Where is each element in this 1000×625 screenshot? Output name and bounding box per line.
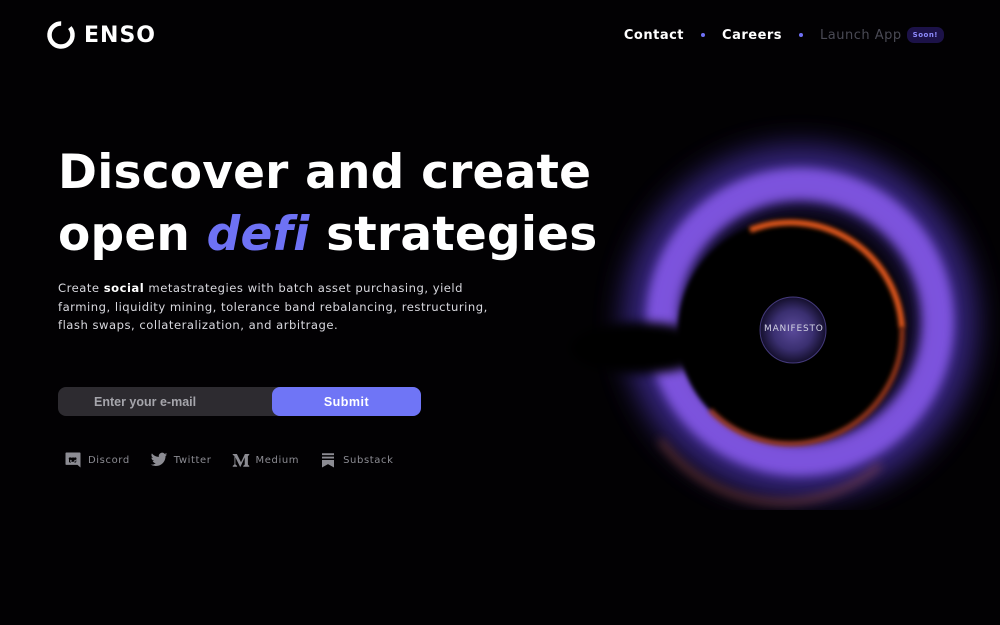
email-input[interactable] (58, 387, 293, 416)
twitter-icon (150, 452, 168, 467)
nav-separator-dot (701, 33, 706, 37)
enso-logo[interactable]: ENSO (46, 20, 156, 50)
headline-accent-word: defi (206, 207, 310, 262)
nav-careers-link[interactable]: Careers (722, 28, 782, 43)
medium-icon (232, 454, 249, 467)
nav-separator-dot (799, 33, 804, 37)
social-link-twitter[interactable]: Twitter (150, 451, 212, 469)
nav-launch-app-link[interactable]: Launch App (820, 28, 902, 43)
description-start: Create (58, 281, 104, 295)
social-links: Discord Twitter Medium Substack (64, 451, 414, 469)
enso-logo-icon (47, 21, 75, 49)
portal-visual (570, 145, 977, 504)
substack-icon (322, 453, 335, 468)
manifesto-link[interactable]: MANIFESTO (764, 324, 824, 334)
hero-headline: Discover and create open defi strategies (58, 142, 597, 266)
submit-button[interactable]: Submit (272, 387, 421, 416)
soon-badge: Soon! (906, 27, 944, 43)
medium-label: Medium (255, 454, 300, 466)
social-link-medium[interactable]: Medium (232, 451, 300, 469)
headline-line-1: Discover and create (58, 145, 592, 200)
logo-text: ENSO (84, 22, 156, 48)
nav-contact-link[interactable]: Contact (624, 28, 684, 43)
top-nav: Contact Careers Launch App Soon! (624, 27, 944, 43)
email-signup-form: Submit (58, 387, 421, 416)
discord-label: Discord (88, 454, 130, 466)
substack-label: Substack (343, 454, 394, 466)
social-link-substack[interactable]: Substack (319, 451, 393, 469)
discord-icon (65, 452, 81, 468)
twitter-label: Twitter (173, 454, 212, 466)
social-link-discord[interactable]: Discord (64, 451, 130, 469)
headline-line-2-start: open (58, 207, 207, 262)
hero-description: Create social metastrategies with batch … (58, 279, 488, 335)
description-bold: social (103, 281, 145, 295)
